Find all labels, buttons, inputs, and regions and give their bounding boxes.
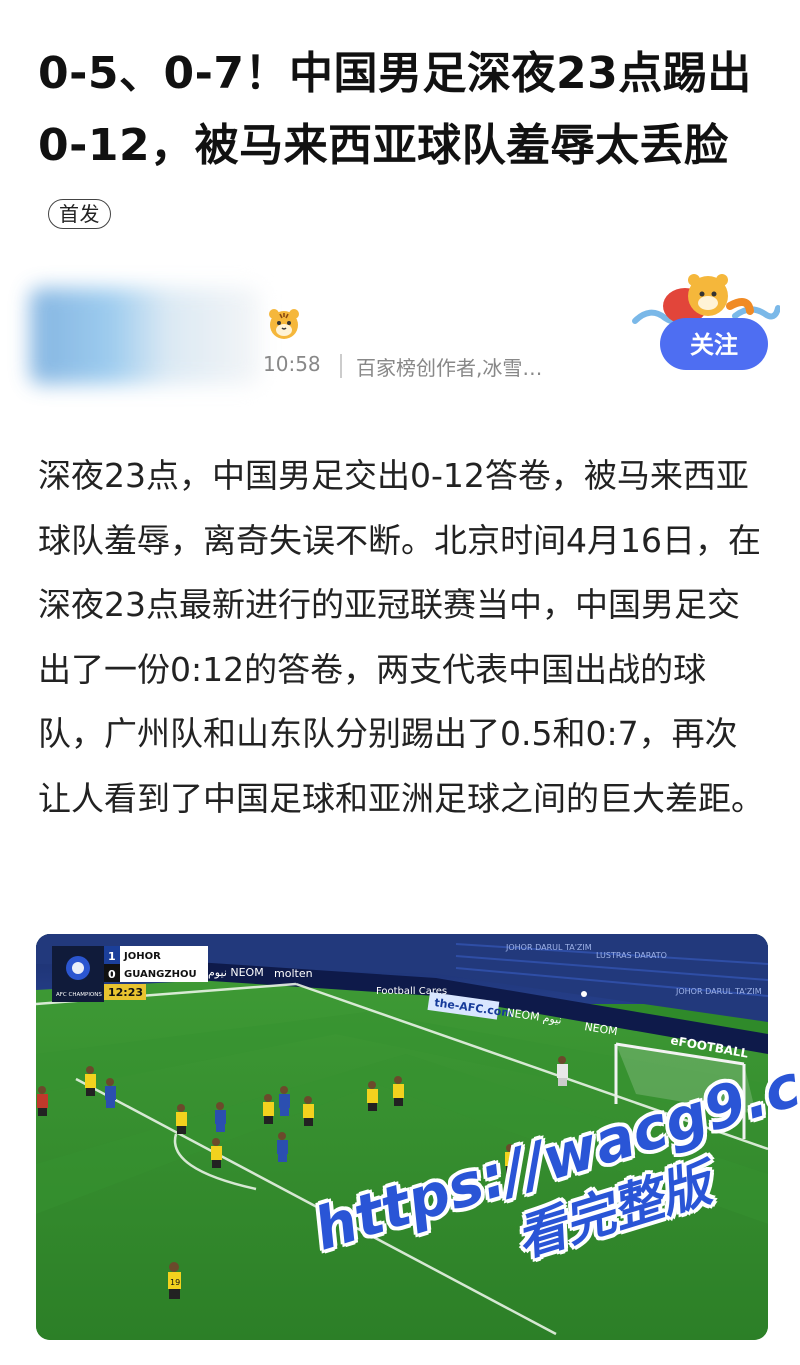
author-meta: 百家榜创作者,冰雪…: [356, 356, 543, 380]
football-match-scene: JOHOR DARUL TA'ZIM LUSTRAS DARATO JOHOR …: [36, 934, 768, 1340]
board-ad-molten: molten: [274, 967, 313, 980]
stand-text-3: JOHOR DARUL TA'ZIM: [675, 987, 762, 996]
tiger-mascot-icon: [269, 309, 299, 339]
author-row: 10:58 百家榜创作者,冰雪… 关注: [30, 274, 780, 388]
player-number-2: 23: [508, 1159, 516, 1166]
article-body: 深夜23点，中国男足交出0-12答卷，被马来西亚球队羞辱，离奇失误不断。北京时间…: [38, 444, 770, 831]
match-video-frame[interactable]: JOHOR DARUL TA'ZIM LUSTRAS DARATO JOHOR …: [36, 934, 768, 1340]
team2-score: 0: [108, 968, 116, 981]
match-clock: 12:23: [108, 986, 143, 999]
article-title-text: 0-5、0-7！中国男足深夜23点踢出0-12，被马来西亚球队羞辱太丢脸: [38, 48, 752, 171]
team2-name: GUANGZHOU: [124, 969, 197, 980]
team1-score: 1: [108, 950, 116, 963]
article-paragraph: 深夜23点，中国男足交出0-12答卷，被马来西亚球队羞辱，离奇失误不断。北京时间…: [38, 456, 764, 818]
article-title: 0-5、0-7！中国男足深夜23点踢出0-12，被马来西亚球队羞辱太丢脸首发: [38, 38, 768, 254]
ball: [581, 991, 587, 997]
player-number-1: 19: [170, 1278, 180, 1287]
author-avatar-blurred[interactable]: [30, 288, 260, 384]
follow-button[interactable]: 关注: [660, 318, 768, 370]
publish-time: 10:58: [263, 352, 321, 376]
stand-text-2: LUSTRAS DARATO: [596, 951, 667, 960]
team1-name: JOHOR: [123, 951, 161, 962]
stand-text-1: JOHOR DARUL TA'ZIM: [505, 943, 592, 952]
board-ad-neom: نيوم NEOM: [208, 966, 264, 979]
meta-divider: [340, 354, 342, 378]
first-publish-badge: 首发: [48, 199, 111, 229]
